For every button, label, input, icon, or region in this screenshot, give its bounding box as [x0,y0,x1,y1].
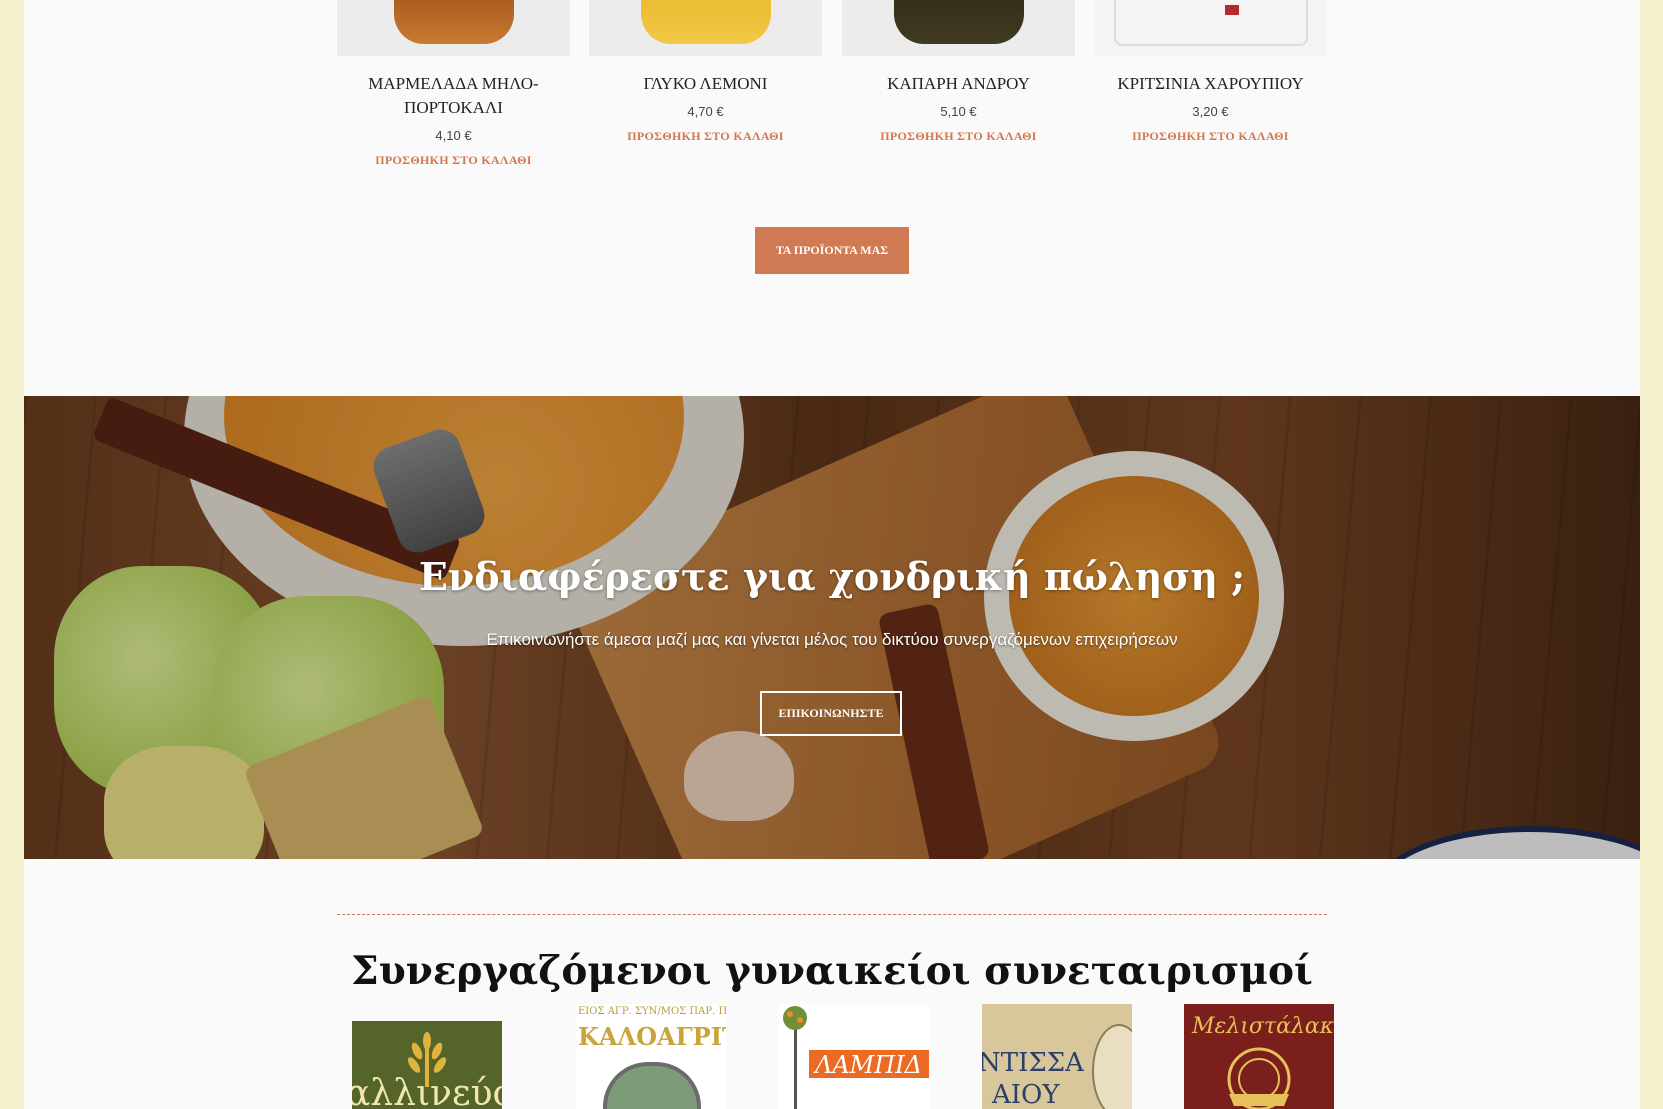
arch-window-icon [603,1062,701,1109]
partner-logo[interactable]: Μελιστάλακτη [1184,1004,1334,1109]
partner-logo-text: ΝΤΙΣΣΑ [982,1048,1084,1078]
add-to-cart-link[interactable]: ΠΡΟΣΘΗΚΗ ΣΤΟ ΚΑΛΑΘΙ [842,129,1075,144]
add-to-cart-link[interactable]: ΠΡΟΣΘΗΚΗ ΣΤΟ ΚΑΛΑΘΙ [337,153,570,168]
banner-subtitle: Επικοινωνήστε άμεσα μαζί μας και γίνεται… [486,630,1178,649]
add-to-cart-link[interactable]: ΠΡΟΣΘΗΚΗ ΣΤΟ ΚΑΛΑΘΙ [1094,129,1327,144]
page-content: ΜΑΡΜΕΛΑΔΑ ΜΗΛΟ-ΠΟΡΤΟΚΑΛΙ 4,10 € ΠΡΟΣΘΗΚΗ… [24,0,1640,1109]
partners-title: Συνεργαζόμενοι γυναικείοι συνεταιρισμοί [351,948,1313,994]
product-grid: ΜΑΡΜΕΛΑΔΑ ΜΗΛΟ-ΠΟΡΤΟΚΑΛΙ 4,10 € ΠΡΟΣΘΗΚΗ… [337,0,1327,180]
product-image[interactable] [842,0,1075,56]
product-name[interactable]: ΓΛΥΚΟ ΛΕΜΟΝΙ [589,72,822,96]
product-image[interactable] [337,0,570,56]
product-image[interactable] [589,0,822,56]
product-price: 5,10 € [940,104,977,119]
product-price: 4,70 € [687,104,724,119]
our-products-button[interactable]: ΤΑ ΠΡΟΪΟΝΤΑ ΜΑΣ [755,227,909,274]
product-name[interactable]: ΜΑΡΜΕΛΑΔΑ ΜΗΛΟ-ΠΟΡΤΟΚΑΛΙ [337,72,570,120]
partner-logo[interactable]: ΝΤΙΣΣΑ ΑΙΟΥ [982,1004,1132,1109]
wholesale-banner: Ενδιαφέρεστε για χονδρική πώληση ; Επικο… [24,396,1640,859]
partner-logo-text: ΚΑΛΟΑΓΡΙΤΙΣ [578,1022,726,1051]
partner-logo-text: ΛΑΜΠΙΔ [815,1051,922,1079]
partner-logo[interactable]: αλλινεύσι [352,1021,502,1109]
section-divider [337,914,1327,915]
partner-logo-subtext: ΕΙΟΣ ΑΓΡ. ΣΥΝ/ΜΟΣ ΠΑΡ. ΠΡΟΪ [578,1006,726,1017]
product-image[interactable] [1094,0,1327,56]
banner-title: Ενδιαφέρεστε για χονδρική πώληση ; [418,554,1246,599]
partner-logo[interactable]: ΕΙΟΣ ΑΓΡ. ΣΥΝ/ΜΟΣ ΠΑΡ. ΠΡΟΪ ΚΑΛΟΑΓΡΙΤΙΣ [576,1004,726,1109]
product-name[interactable]: ΚΑΠΑΡΗ ΑΝΔΡΟΥ [842,72,1075,96]
partner-logo[interactable]: ΛΑΜΠΙΔ [779,1004,929,1109]
partner-logo-text: αλλινεύσι [352,1073,502,1109]
contact-button[interactable]: ΕΠΙΚΟΙΝΩΝΗΣΤΕ [760,691,902,736]
bee-emblem-icon [1224,1044,1294,1109]
partner-logo-text-line2: ΑΙΟΥ [992,1080,1060,1109]
product-price: 4,10 € [435,128,472,143]
product-price: 3,20 € [1192,104,1229,119]
orange-tree-icon [781,1004,811,1109]
product-name[interactable]: ΚΡΙΤΣΙΝΙΑ ΧΑΡΟΥΠΙΟΥ [1094,72,1327,96]
add-to-cart-link[interactable]: ΠΡΟΣΘΗΚΗ ΣΤΟ ΚΑΛΑΘΙ [589,129,822,144]
partner-logo-text: Μελιστάλακτη [1192,1014,1334,1039]
